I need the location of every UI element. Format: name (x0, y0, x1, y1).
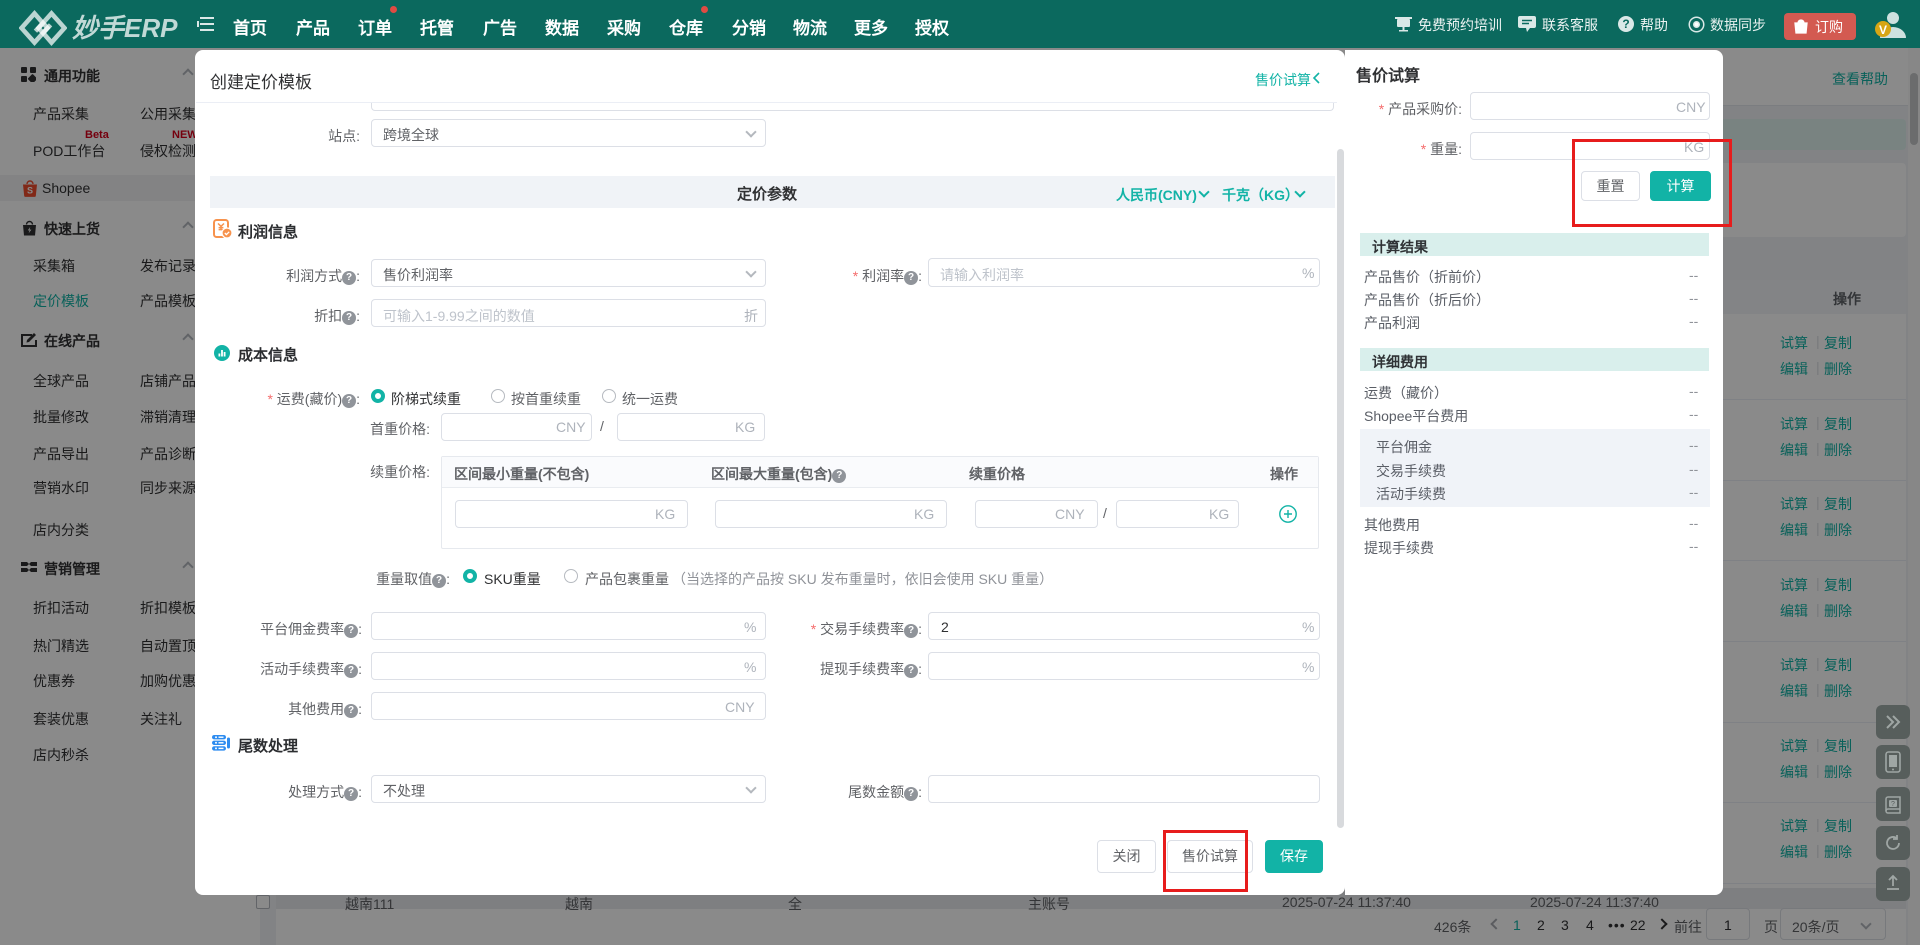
svg-text:?: ? (1891, 801, 1895, 808)
svg-text:V: V (1879, 23, 1887, 37)
